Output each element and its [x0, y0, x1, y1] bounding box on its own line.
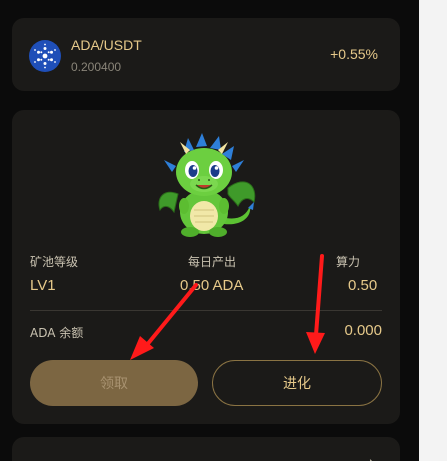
pair-price: 0.200400 — [71, 60, 122, 74]
page-edge — [419, 0, 447, 461]
mining-pool-card: 矿池等级 每日产出 算力 LV1 0.50 ADA 0.50 ADA 余额 0.… — [12, 110, 400, 424]
divider — [30, 310, 382, 311]
balance-value: 0.000 — [344, 322, 382, 339]
pool-level-value: LV1 — [30, 277, 56, 294]
pool-level-label: 矿池等级 — [30, 255, 79, 269]
hashrate-value: 0.50 — [348, 277, 378, 294]
next-section-card[interactable]: › — [12, 437, 400, 461]
pair-name: ADA/USDT — [71, 37, 142, 53]
hashrate-label: 算力 — [336, 255, 361, 269]
evolve-button[interactable]: 进化 — [212, 360, 382, 406]
ticker-card[interactable]: ADA/USDT 0.200400 +0.55% — [12, 18, 400, 91]
cardano-icon — [29, 40, 61, 72]
dragon-mascot-image — [158, 133, 256, 237]
chevron-right-icon: › — [369, 455, 374, 461]
claim-button[interactable]: 领取 — [30, 360, 198, 406]
daily-output-value: 0.50 ADA — [180, 277, 244, 294]
balance-label: ADA 余额 — [30, 326, 84, 340]
pair-change: +0.55% — [330, 46, 378, 62]
daily-output-label: 每日产出 — [188, 255, 237, 269]
